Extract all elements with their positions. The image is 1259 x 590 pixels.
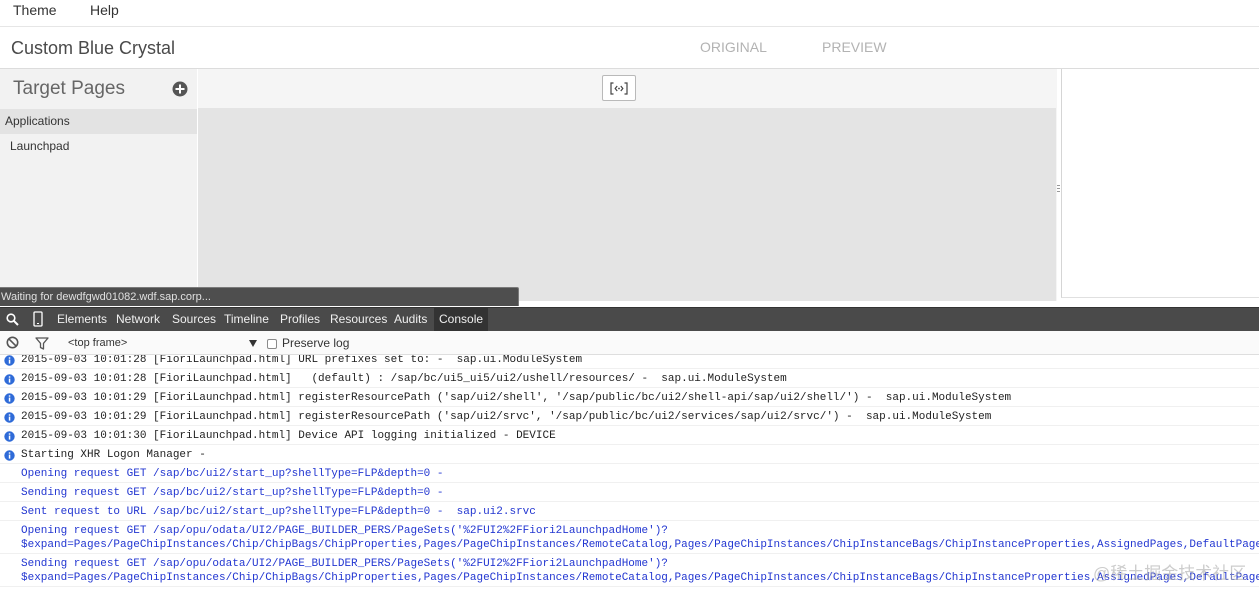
console-message: Sent request to URL /sap/bc/ui2/start_up…	[0, 502, 1259, 521]
console-message: 2015-09-03 10:01:28 [FioriLaunchpad.html…	[0, 369, 1259, 388]
console-message: Opening request GET /sap/bc/ui2/start_up…	[0, 464, 1259, 483]
preview-canvas	[198, 108, 1056, 301]
console-message-text: $expand=Pages/PageChipInstances/Chip/Chi…	[21, 539, 1259, 551]
console-message-text: Opening request GET /sap/bc/ui2/start_up…	[21, 468, 444, 480]
console-message-text: Sending request GET /sap/opu/odata/UI2/P…	[21, 558, 668, 570]
tab-elements[interactable]: Elements	[52, 308, 112, 331]
console-message-text: 2015-09-03 10:01:28 [FioriLaunchpad.html…	[21, 373, 787, 385]
tab-preview[interactable]: PREVIEW	[822, 38, 887, 56]
preserve-log-label[interactable]: Preserve log	[282, 332, 349, 355]
code-view-button[interactable]	[602, 75, 636, 101]
theme-title: Custom Blue Crystal	[11, 38, 176, 58]
devtools-panel: Elements Network Sources Timeline Profil…	[0, 307, 1259, 590]
context-select[interactable]: <top frame>	[68, 332, 127, 355]
menu-theme[interactable]: Theme	[13, 0, 57, 20]
properties-panel	[1061, 69, 1259, 298]
list-item-launchpad[interactable]: Launchpad	[10, 137, 69, 155]
info-icon	[4, 374, 15, 385]
target-pages-title: Target Pages	[13, 78, 125, 99]
info-icon	[4, 393, 15, 404]
devtools-toolbar: Elements Network Sources Timeline Profil…	[0, 307, 1259, 331]
device-mode-icon[interactable]	[33, 311, 43, 332]
console-message: Opening request GET /sap/opu/odata/UI2/P…	[0, 521, 1259, 554]
info-icon	[4, 450, 15, 461]
console-message-text: Starting XHR Logon Manager -	[21, 449, 206, 461]
console-message: 2015-09-03 10:01:28 [FioriLaunchpad.html…	[0, 355, 1259, 369]
console-message: 2015-09-03 10:01:29 [FioriLaunchpad.html…	[0, 388, 1259, 407]
console-message-text: $expand=Pages/PageChipInstances/Chip/Chi…	[21, 572, 1259, 584]
status-bubble: Waiting for dewdfgwd01082.wdf.sap.corp..…	[0, 287, 519, 306]
tab-profiles[interactable]: Profiles	[275, 308, 325, 331]
console-message: 2015-09-03 10:01:30 [FioriLaunchpad.html…	[0, 426, 1259, 445]
console-message-text: 2015-09-03 10:01:30 [FioriLaunchpad.html…	[21, 430, 556, 442]
console-message: Sending request GET /sap/bc/ui2/start_up…	[0, 483, 1259, 502]
console-message-text: Opening request GET /sap/opu/odata/UI2/P…	[21, 525, 668, 537]
tab-resources[interactable]: Resources	[325, 308, 392, 331]
console-message: 2015-09-03 10:01:29 [FioriLaunchpad.html…	[0, 407, 1259, 426]
tab-original[interactable]: ORIGINAL	[700, 38, 767, 56]
console-messages[interactable]: 2015-09-03 10:01:28 [FioriLaunchpad.html…	[0, 355, 1259, 590]
code-brackets-icon	[610, 81, 628, 95]
plus-circle-icon[interactable]	[172, 81, 188, 97]
console-message-text: Sending request GET /sap/bc/ui2/start_up…	[21, 487, 444, 499]
tab-audits[interactable]: Audits	[389, 308, 432, 331]
tab-sources[interactable]: Sources	[167, 308, 221, 331]
console-message-text: 2015-09-03 10:01:28 [FioriLaunchpad.html…	[21, 355, 583, 366]
tab-console[interactable]: Console	[434, 308, 489, 331]
group-header-applications[interactable]: Applications	[0, 109, 197, 134]
console-message-text: 2015-09-03 10:01:29 [FioriLaunchpad.html…	[21, 392, 1012, 404]
console-toolbar: <top frame> Preserve log	[0, 331, 1259, 355]
info-icon	[4, 355, 15, 366]
tab-timeline[interactable]: Timeline	[219, 308, 274, 331]
info-icon	[4, 431, 15, 442]
watermark: @稀土掘金技术社区	[1093, 564, 1247, 583]
clear-console-icon[interactable]	[6, 336, 19, 354]
target-pages-panel: Target Pages Applications Launchpad	[0, 69, 197, 301]
menu-help[interactable]: Help	[90, 0, 119, 20]
theme-header: Custom Blue Crystal ORIGINAL PREVIEW	[0, 27, 1259, 69]
menu-bar: Theme Help	[0, 0, 1259, 27]
tab-network[interactable]: Network	[111, 308, 165, 331]
dropdown-arrow-icon[interactable]	[249, 340, 257, 347]
console-message: Starting XHR Logon Manager -	[0, 445, 1259, 464]
preview-area	[198, 69, 1057, 301]
console-message-text: Sent request to URL /sap/bc/ui2/start_up…	[21, 506, 536, 518]
console-message-text: 2015-09-03 10:01:29 [FioriLaunchpad.html…	[21, 411, 992, 423]
preserve-log-checkbox[interactable]	[267, 339, 277, 349]
search-icon[interactable]	[6, 313, 19, 331]
console-message: Sending request GET /sap/opu/odata/UI2/P…	[0, 554, 1259, 587]
info-icon	[4, 412, 15, 423]
filter-icon[interactable]	[35, 337, 49, 355]
